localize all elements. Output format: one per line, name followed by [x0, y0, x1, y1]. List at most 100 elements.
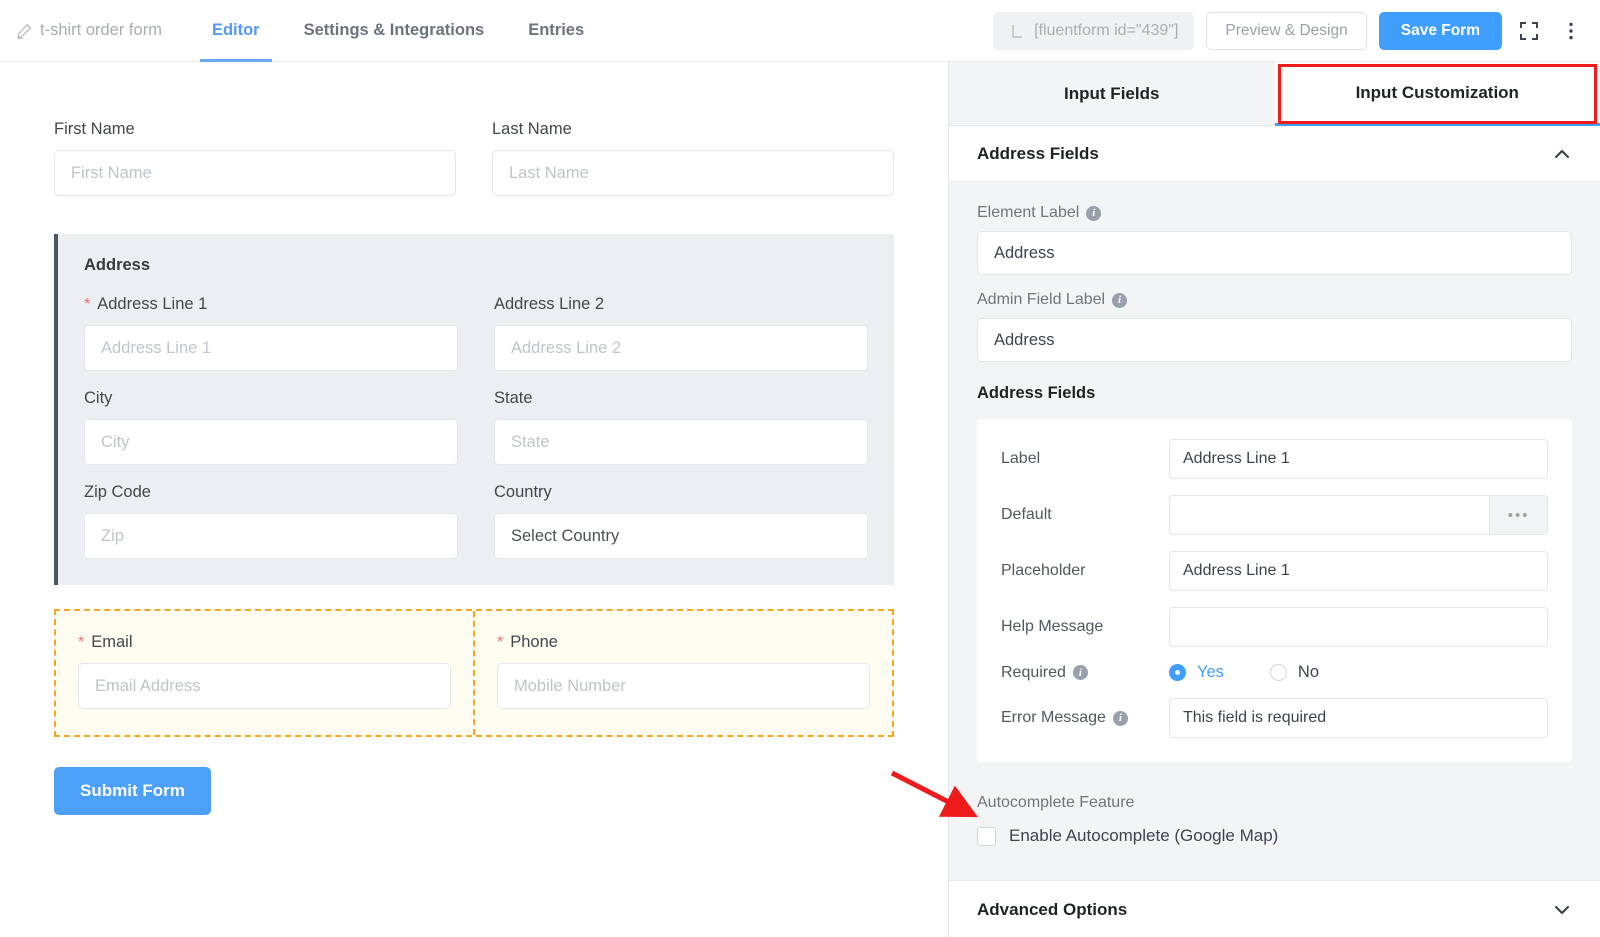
info-icon[interactable]: i [1072, 665, 1088, 680]
help-message-input[interactable] [1169, 607, 1548, 647]
first-name-input[interactable] [54, 150, 456, 196]
address-fields-section-header[interactable]: Address Fields [949, 126, 1600, 182]
required-radio-yes[interactable]: Yes [1169, 663, 1224, 682]
help-message-row: Help Message [1001, 607, 1548, 647]
address-lines-row: * Address Line 1 Address Line 2 [84, 295, 868, 389]
address-line-2-label: Address Line 2 [494, 295, 868, 314]
state-field: State [494, 389, 868, 465]
admin-field-label-group: Admin Field Label i [977, 291, 1572, 362]
placeholder-row: Placeholder [1001, 551, 1548, 591]
nav-tab-entries[interactable]: Entries [506, 0, 606, 62]
info-icon[interactable]: i [1086, 205, 1102, 221]
address-line-2-field: Address Line 2 [494, 295, 868, 371]
nav-tab-editor-label: Editor [211, 21, 260, 39]
country-select-value: Select Country [511, 526, 620, 545]
form-preview: First Name Last Name Address [0, 62, 948, 815]
zip-code-label: Zip Code [84, 483, 458, 502]
admin-field-label-caption: Admin Field Label i [977, 291, 1572, 309]
nav-tab-settings-integrations[interactable]: Settings & Integrations [282, 0, 507, 62]
tab-input-fields-label: Input Fields [1064, 83, 1160, 103]
label-row: Label [1001, 439, 1548, 479]
nav-tab-editor[interactable]: Editor [190, 0, 282, 62]
shortcode-pill[interactable]: [fluentform id="439"] [993, 12, 1195, 50]
checkbox-unchecked-icon[interactable] [977, 826, 996, 846]
email-input[interactable] [78, 663, 451, 709]
nav-tab-settings-label: Settings & Integrations [303, 21, 485, 39]
phone-input[interactable] [497, 663, 870, 709]
address-block-title: Address [84, 256, 151, 274]
required-radio-no[interactable]: No [1269, 663, 1319, 682]
tab-input-customization[interactable]: Input Customization [1274, 62, 1600, 126]
placeholder-row-caption: Placeholder [1001, 562, 1169, 580]
element-label-group: Element Label i [977, 204, 1572, 275]
address-fields-subsection-title: Address Fields [977, 384, 1096, 402]
address-line-1-field: * Address Line 1 [84, 295, 458, 371]
pencil-icon [16, 23, 32, 39]
last-name-label: Last Name [492, 120, 894, 139]
contact-fields-block[interactable]: * Email * Phone [54, 609, 894, 737]
address-line-2-label-text: Address Line 2 [494, 295, 605, 313]
city-input[interactable] [84, 419, 458, 465]
zip-code-input[interactable] [84, 513, 458, 559]
preview-design-button[interactable]: Preview & Design [1206, 12, 1367, 50]
info-icon[interactable]: i [1112, 292, 1128, 308]
help-message-row-control [1169, 607, 1548, 647]
error-message-row-caption-text: Error Message [1001, 709, 1106, 726]
address-line-2-input[interactable] [494, 325, 868, 371]
error-message-row-control [1169, 698, 1548, 738]
ellipsis-button-label: ••• [1507, 506, 1530, 524]
phone-field: * Phone [473, 611, 892, 735]
address-field-block[interactable]: Address * Address Line 1 Address Line 2 [54, 234, 894, 585]
submit-form-label: Submit Form [80, 781, 185, 800]
chevron-up-icon[interactable] [1552, 144, 1572, 164]
default-value-input[interactable] [1169, 495, 1490, 535]
radio-selected-icon [1169, 664, 1186, 681]
country-select[interactable]: Select Country [494, 513, 868, 559]
submit-form-button[interactable]: Submit Form [54, 767, 211, 815]
form-title-text: t-shirt order form [40, 21, 162, 39]
help-message-row-caption: Help Message [1001, 618, 1169, 636]
placeholder-value-input[interactable] [1169, 551, 1548, 591]
save-form-button[interactable]: Save Form [1378, 12, 1502, 50]
sub-label-input[interactable] [1169, 439, 1548, 479]
label-row-control [1169, 439, 1548, 479]
settings-panel: Input Fields Input Customization Address… [948, 62, 1600, 937]
city-label-text: City [84, 389, 113, 407]
help-message-row-caption-text: Help Message [1001, 618, 1104, 635]
enable-autocomplete-label: Enable Autocomplete (Google Map) [1009, 826, 1279, 845]
country-label: Country [494, 483, 868, 502]
chevron-down-icon[interactable] [1552, 900, 1572, 920]
fullscreen-button[interactable] [1514, 14, 1544, 48]
main-nav-tabs: Editor Settings & Integrations Entries [190, 0, 606, 62]
address-line-1-input[interactable] [84, 325, 458, 371]
element-label-input[interactable] [977, 231, 1572, 275]
element-label-caption: Element Label i [977, 204, 1572, 222]
address-fields-section-body: Element Label i Admin Field Label i Addr… [949, 182, 1600, 788]
info-icon[interactable]: i [1112, 710, 1128, 726]
tab-input-customization-label: Input Customization [1355, 82, 1519, 102]
zip-code-label-text: Zip Code [84, 483, 151, 501]
name-row: First Name Last Name [54, 120, 894, 196]
element-label-caption-text: Element Label [977, 204, 1080, 221]
required-radio-yes-label: Yes [1197, 663, 1224, 681]
required-row-control: Yes No [1169, 663, 1548, 682]
tab-input-fields[interactable]: Input Fields [949, 62, 1275, 126]
advanced-options-header[interactable]: Advanced Options [949, 880, 1600, 937]
enable-autocomplete-row[interactable]: Enable Autocomplete (Google Map) [977, 826, 1572, 846]
form-title[interactable]: t-shirt order form [16, 21, 162, 40]
last-name-input[interactable] [492, 150, 894, 196]
admin-field-label-input[interactable] [977, 318, 1572, 362]
state-input[interactable] [494, 419, 868, 465]
shortcode-icon [1009, 23, 1025, 39]
required-row-caption: Required i [1001, 664, 1169, 682]
required-radio-group: Yes No [1169, 663, 1548, 682]
last-name-label-text: Last Name [492, 120, 572, 138]
email-field: * Email [56, 611, 473, 735]
error-message-input[interactable] [1169, 698, 1548, 738]
address-subfield-card: Label Default ••• [977, 419, 1572, 762]
zip-code-field: Zip Code [84, 483, 458, 559]
more-options-button[interactable] [1556, 14, 1586, 48]
top-bar-actions: [fluentform id="439"] Preview & Design S… [993, 0, 1586, 62]
city-state-row: City State [84, 389, 868, 483]
ellipsis-icon[interactable]: ••• [1489, 495, 1548, 535]
